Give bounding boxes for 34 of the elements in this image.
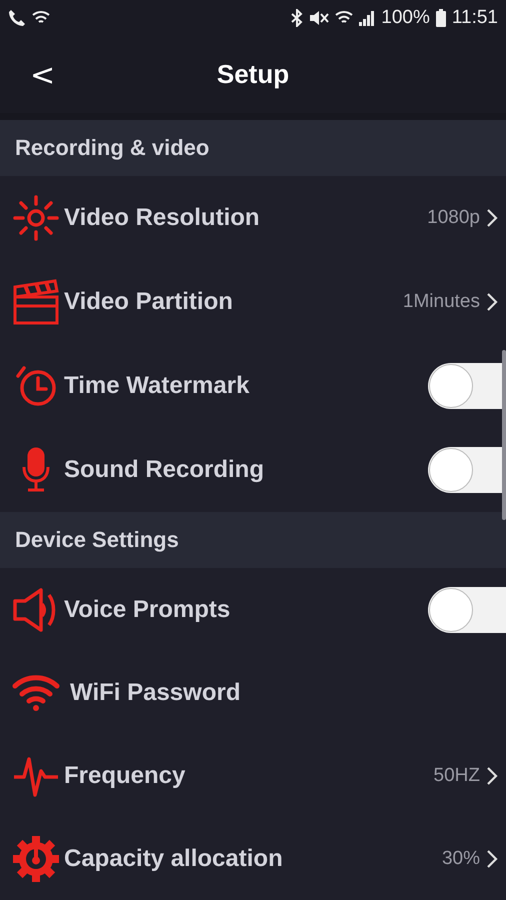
mute-icon: [309, 9, 330, 27]
sun-icon: [12, 194, 60, 242]
clock-time: 11:51: [452, 7, 498, 29]
battery-percent: 100%: [381, 7, 430, 29]
setting-value: 1080p: [427, 207, 480, 229]
chevron-right-icon: [486, 208, 498, 228]
chevron-right-icon: [486, 766, 498, 786]
page-title: Setup: [216, 59, 290, 90]
chevron-right-icon: [486, 292, 498, 312]
setting-label[interactable]: Time Watermark: [64, 372, 428, 400]
microphone-icon: [21, 447, 51, 493]
bluetooth-icon: [291, 9, 304, 27]
setting-label[interactable]: Video Partition: [64, 288, 403, 316]
setting-value: 30%: [442, 848, 480, 870]
toggle-switch[interactable]: [428, 586, 506, 632]
signal-icon: [359, 10, 376, 26]
section-header: Device Settings: [0, 512, 506, 568]
setting-label[interactable]: Sound Recording: [64, 456, 428, 484]
back-button[interactable]: <: [22, 54, 64, 97]
gear-icon: [12, 834, 60, 882]
battery-icon: [436, 9, 446, 27]
chevron-right-icon: [486, 848, 498, 868]
section-header: Recording & video: [0, 120, 506, 176]
setting-label[interactable]: Video Resolution: [64, 204, 428, 232]
alarm-clock-icon: [14, 364, 58, 408]
setting-label[interactable]: WiFi Password: [70, 678, 506, 706]
setting-label[interactable]: Frequency: [64, 762, 434, 790]
setting-label[interactable]: Capacity allocation: [64, 844, 442, 872]
clapperboard-icon: [12, 279, 60, 325]
setting-value: 50HZ: [434, 764, 480, 786]
setting-value: 1Minutes: [402, 291, 480, 313]
wifi-icon: [11, 674, 61, 712]
setting-label[interactable]: Voice Prompts: [64, 596, 428, 624]
phone-icon: [8, 9, 26, 27]
